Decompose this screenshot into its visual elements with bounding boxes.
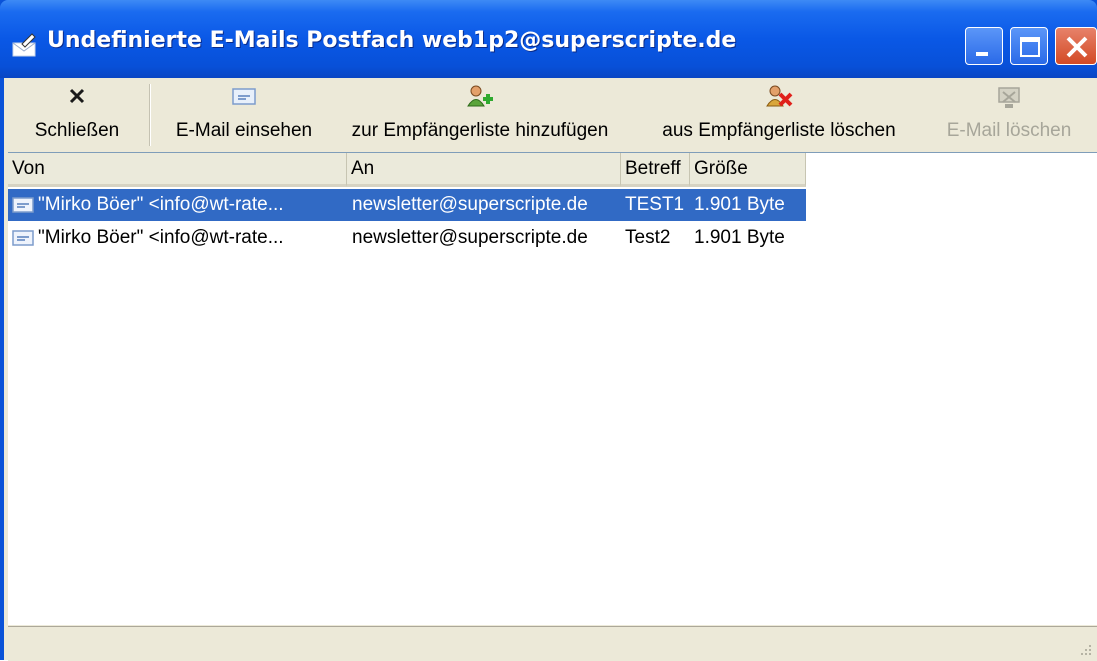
- close-button-label: Schließen: [34, 120, 120, 141]
- envelope-pen-icon: [12, 33, 36, 57]
- row-subject: Test2: [625, 227, 671, 248]
- view-email-label: E-Mail einsehen: [175, 120, 313, 141]
- row-to: newsletter@superscripte.de: [352, 227, 588, 248]
- add-to-recipients-label: zur Empfängerliste hinzufügen: [351, 120, 609, 141]
- column-header-to[interactable]: An: [347, 153, 621, 187]
- remove-user-icon: [766, 85, 793, 107]
- title-bar[interactable]: Undefinierte E-Mails Postfach web1p2@sup…: [0, 0, 1097, 78]
- row-from: "Mirko Böer" <info@wt-rate...: [38, 227, 284, 248]
- status-bar: [8, 626, 1097, 661]
- mail-icon: [12, 197, 34, 213]
- email-row[interactable]: "Mirko Böer" <info@wt-rate... newsletter…: [8, 222, 806, 254]
- client-area: Schließen E-Mail einsehen zur Empfängerl…: [4, 78, 1097, 661]
- remove-from-recipients-label: aus Empfängerliste löschen: [662, 120, 896, 141]
- row-to: newsletter@superscripte.de: [352, 194, 588, 215]
- email-row-selected[interactable]: "Mirko Böer" <info@wt-rate... newsletter…: [8, 189, 806, 221]
- mail-icon: [12, 230, 34, 246]
- minimize-button[interactable]: [965, 27, 1003, 65]
- resize-grip-icon[interactable]: [1077, 641, 1093, 657]
- minimize-icon: [976, 52, 988, 56]
- x-close-icon: [69, 88, 85, 104]
- column-header-size[interactable]: Größe: [690, 153, 806, 187]
- column-header-subject[interactable]: Betreff: [621, 153, 690, 187]
- add-to-recipients-button[interactable]: zur Empfängerliste hinzufügen: [332, 78, 628, 150]
- row-subject: TEST1: [625, 194, 685, 215]
- view-email-button[interactable]: E-Mail einsehen: [160, 78, 328, 150]
- window-title: Undefinierte E-Mails Postfach web1p2@sup…: [47, 28, 737, 53]
- envelope-icon: [232, 88, 256, 105]
- maximize-icon: [1020, 37, 1040, 57]
- add-user-icon: [467, 85, 493, 107]
- maximize-button[interactable]: [1010, 27, 1048, 65]
- delete-email-button[interactable]: E-Mail löschen: [929, 78, 1089, 150]
- close-window-button[interactable]: [1055, 27, 1097, 65]
- toolbar: Schließen E-Mail einsehen zur Empfängerl…: [4, 78, 1097, 152]
- close-button[interactable]: Schließen: [4, 78, 150, 150]
- row-size: 1.901 Byte: [694, 227, 785, 248]
- column-header-from[interactable]: Von: [8, 153, 347, 187]
- row-from: "Mirko Böer" <info@wt-rate...: [38, 194, 284, 215]
- toolbar-separator: [149, 84, 151, 146]
- email-list[interactable]: Von An Betreff Größe "Mirko Böer" <info@…: [8, 152, 1097, 625]
- delete-email-icon: [998, 87, 1020, 108]
- row-size: 1.901 Byte: [694, 194, 785, 215]
- delete-email-label: E-Mail löschen: [946, 120, 1072, 141]
- remove-from-recipients-button[interactable]: aus Empfängerliste löschen: [644, 78, 914, 150]
- app-window: Undefinierte E-Mails Postfach web1p2@sup…: [0, 0, 1097, 661]
- close-icon: [1066, 36, 1088, 58]
